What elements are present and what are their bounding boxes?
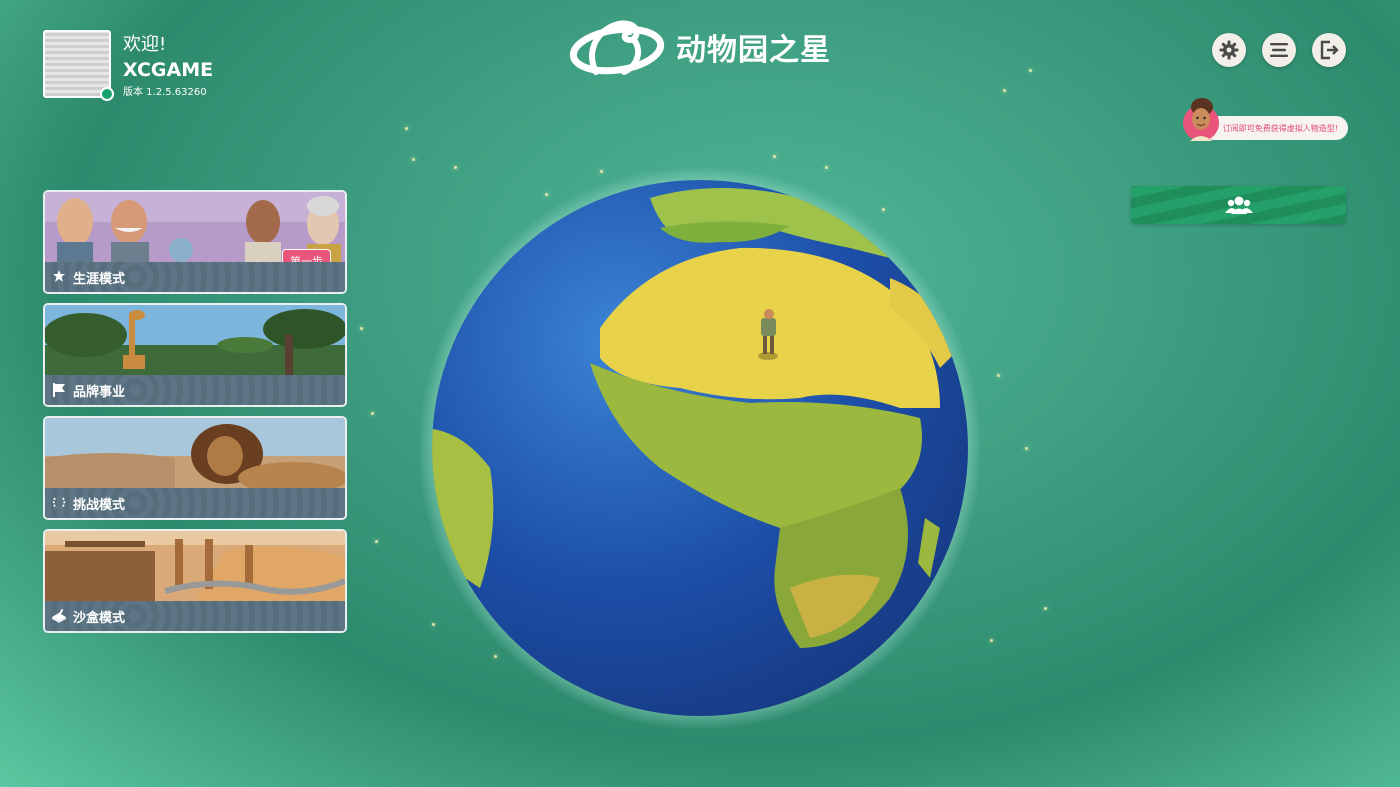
franchise-image [45,305,345,377]
exit-button[interactable] [1312,33,1346,67]
globe-image [418,166,982,730]
challenge-image [45,418,345,490]
sandbox-image [45,531,345,603]
game-logo: 动物园之星 [568,14,831,80]
game-title: 动物园之星 [676,33,831,68]
profile-panel: 欢迎! XCGAME 版本 1.2.5.63260 [43,30,214,101]
menu-button[interactable] [1262,33,1296,67]
mode-label: 品牌事业 [73,384,126,400]
online-status-dot [100,87,114,101]
mode-label: 沙盒模式 [73,610,126,626]
mode-label: 生涯模式 [73,271,126,287]
mode-card-sandbox[interactable]: 沙盒模式 [43,529,347,633]
sandbox-icon [51,608,67,624]
mode-card-franchise[interactable]: 品牌事业 [43,303,347,407]
profile-text: 欢迎! XCGAME 版本 1.2.5.63260 [123,30,214,99]
mode-card-career[interactable]: 第一步 生涯模式 [43,190,347,294]
planet-logo-icon [569,20,665,75]
hamburger-icon [1270,43,1288,57]
settings-button[interactable] [1212,33,1246,67]
mode-bar: 沙盒模式 [45,601,345,631]
mode-bar: 生涯模式 [45,262,345,292]
stars-icon [51,269,67,285]
world-globe[interactable] [418,166,982,730]
mode-card-challenge[interactable]: 挑战模式 [43,416,347,520]
promo-text: 订阅即可免费获得虚拟人物造型! [1202,116,1348,140]
friends-button[interactable] [1131,186,1346,224]
avatar[interactable] [43,30,114,101]
gear-icon [1219,40,1239,60]
version-text: 版本 1.2.5.63260 [123,87,207,98]
mode-label: 挑战模式 [73,497,126,513]
users-icon [1224,196,1253,214]
character-avatar-icon [1183,98,1219,141]
welcome-text: 欢迎! [123,34,167,55]
mode-bar: 品牌事业 [45,375,345,405]
subscribe-promo[interactable]: 订阅即可免费获得虚拟人物造型! [1182,95,1348,145]
username: XCGAME [123,59,214,81]
exit-icon [1320,40,1339,60]
laurel-icon [51,495,67,511]
flag-icon [51,382,67,398]
mode-bar: 挑战模式 [45,488,345,518]
